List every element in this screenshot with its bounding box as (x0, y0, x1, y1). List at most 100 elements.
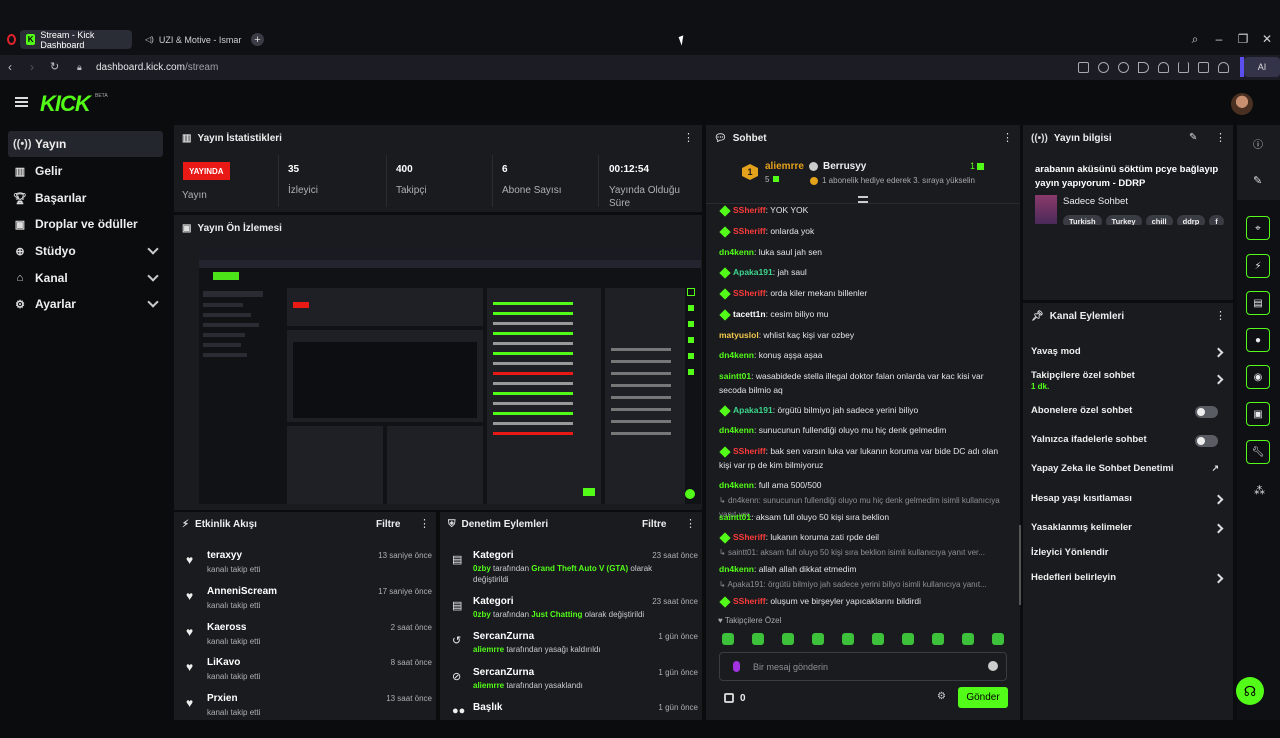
emote-icon[interactable] (872, 633, 884, 645)
chat-message[interactable]: dn4kenn: allah allah dikkat etmedim (719, 562, 1009, 576)
notes-icon[interactable]: ▤ (1246, 291, 1270, 315)
sidebar-item-droplar[interactable]: ▣ Droplar ve ödüller (8, 211, 163, 237)
chat-message[interactable]: SSheriff: bak sen varsın luka var lukanı… (719, 444, 1009, 472)
chat-bubble-icon[interactable]: ● (1246, 328, 1270, 352)
chat-message[interactable]: SSheriff: onlarda yok (719, 224, 1009, 238)
chat-username[interactable]: tacett1n (733, 309, 766, 319)
pencil-icon[interactable]: ✎ (1253, 174, 1262, 187)
chat-username[interactable]: Apaka191 (733, 267, 773, 277)
profile-icon[interactable] (1218, 62, 1229, 73)
action-raid[interactable]: İzleyici Yönlendir (1031, 547, 1226, 569)
sidebar-item-ayarlar[interactable]: ⚙ Ayarlar (8, 291, 163, 317)
forward-icon[interactable]: › (30, 61, 34, 73)
emote-icon[interactable] (992, 633, 1004, 645)
kick-logo[interactable]: KICK (40, 91, 91, 117)
chat-username[interactable]: dn4kenn (719, 564, 754, 574)
list-item[interactable]: ▤ Kategori 0zby tarafından Just Chatting… (448, 596, 698, 632)
back-icon[interactable]: ‹ (8, 61, 12, 73)
emote-icon[interactable] (752, 633, 764, 645)
chat-settings-icon[interactable]: ⚙ (937, 691, 946, 702)
action-ai-moderation[interactable]: Yapay Zeka ile Sohbet Denetimi ↗ (1031, 463, 1226, 485)
chat-message[interactable]: dn4kenn: konuş aşşa aşaa (719, 348, 1009, 362)
sidebar-item-gelir[interactable]: ▥ Gelir (8, 158, 163, 184)
sidebar-item-yayin[interactable]: ((•)) Yayın (8, 131, 163, 157)
chat-username[interactable]: SSheriff (733, 226, 766, 236)
list-item[interactable]: ↺ SercanZurna aliemrre tarafından yasağı… (448, 631, 698, 667)
kebab-menu-icon[interactable] (419, 517, 430, 530)
chat-username[interactable]: Apaka191 (733, 405, 773, 415)
chat-username[interactable]: SSheriff (733, 532, 766, 542)
chat-message[interactable]: SSheriff: oluşum ve birşeyler yapıcaklar… (719, 594, 1009, 608)
tab-youtube[interactable]: ◁) UZI & Motive - Ismar (134, 30, 246, 49)
chat-username[interactable]: saintt01 (719, 371, 751, 381)
share-icon[interactable]: ⁂ (1254, 484, 1265, 497)
scrollbar[interactable] (1019, 525, 1021, 605)
camera-icon[interactable] (1098, 62, 1109, 73)
close-button[interactable]: ✕ (1260, 32, 1274, 46)
leader-user[interactable]: aliemrre (765, 161, 804, 172)
chat-reply-preview[interactable]: ↳ saintt01: aksam full oluyo 50 kişi sır… (719, 546, 1009, 560)
kebab-menu-icon[interactable] (685, 517, 696, 530)
subs-only-toggle[interactable] (1195, 406, 1218, 418)
chat-message[interactable]: matyuslol: whlist kaç kişi var ozbey (719, 328, 1009, 342)
emote-icon[interactable] (932, 633, 944, 645)
minimize-button[interactable]: – (1212, 32, 1226, 46)
tag[interactable]: Turkey (1105, 215, 1142, 225)
list-item[interactable]: ▤ Kategori 0zby tarafından Grand Theft A… (448, 550, 698, 586)
action-followers-only[interactable]: Takipçilere özel sohbet 1 dk. (1031, 370, 1226, 396)
extensions-icon[interactable] (1198, 62, 1209, 73)
gifter-user[interactable]: Berrusyy (823, 161, 866, 172)
chat-message[interactable]: dn4kenn: luka saul jah sen (719, 245, 1009, 259)
chat-message[interactable]: Apaka191: jah saul (719, 265, 1009, 279)
download-icon[interactable] (1178, 62, 1189, 73)
chat-message[interactable]: Apaka191: örgütü bilmiyo jah sadece yeri… (719, 403, 1009, 417)
kebab-menu-icon[interactable] (1215, 131, 1226, 144)
action-banned-words[interactable]: Yasaklanmış kelimeler (1031, 522, 1226, 544)
url-field[interactable]: dashboard.kick.com/stream (96, 62, 218, 73)
stream-preview-video[interactable] (199, 248, 701, 504)
microphone-icon[interactable] (733, 661, 740, 672)
list-item[interactable]: ♥ Kaeross kanalı takip etti 2 saat önce (182, 622, 432, 656)
play-icon[interactable] (1138, 62, 1149, 73)
action-emote-only[interactable]: Yalnızca ifadelerle sohbet (1031, 434, 1226, 456)
avatar[interactable] (1231, 93, 1253, 115)
list-item[interactable]: ●● Başlık 1 gün önce (448, 702, 698, 738)
kebab-menu-icon[interactable] (1215, 309, 1226, 322)
help-icon[interactable]: ☊ (1236, 677, 1264, 705)
sidebar-item-basarilar[interactable]: 🏆︎ Başarılar (8, 185, 163, 211)
shield-icon[interactable] (1118, 62, 1129, 73)
chat-username[interactable]: SSheriff (733, 205, 766, 215)
emote-icon[interactable] (902, 633, 914, 645)
heart-icon[interactable] (1158, 62, 1169, 73)
action-account-age[interactable]: Hesap yaşı kısıtlaması (1031, 493, 1226, 515)
emote-icon[interactable] (842, 633, 854, 645)
emote-only-toggle[interactable] (1195, 435, 1218, 447)
action-goals[interactable]: Hedefleri belirleyin (1031, 572, 1226, 594)
chat-input[interactable]: Bir mesaj gönderin (719, 652, 1007, 681)
chat-username[interactable]: dn4kenn (719, 350, 754, 360)
info-icon[interactable]: ⓘ (1253, 136, 1263, 151)
chat-message[interactable]: SSheriff: YOK YOK (719, 203, 1009, 217)
chat-username[interactable]: saintt01 (719, 512, 751, 522)
reload-icon[interactable]: ↻ (50, 61, 59, 73)
chat-username[interactable]: SSheriff (733, 288, 766, 298)
kebab-menu-icon[interactable] (1002, 131, 1013, 144)
chat-username[interactable]: dn4kenn (719, 425, 754, 435)
tag[interactable]: Turkish (1063, 215, 1102, 225)
chat-reply-preview[interactable]: ↳ Apaka191: örgütü bilmiyo jah sadece ye… (719, 578, 1009, 592)
emote-icon[interactable] (962, 633, 974, 645)
points-icon[interactable] (724, 693, 734, 703)
action-slow-mode[interactable]: Yavaş mod (1031, 346, 1226, 368)
list-item[interactable]: ♥ Prxien kanalı takip etti 13 saat önce (182, 693, 432, 727)
wrench-icon[interactable]: 🔧︎ (1246, 440, 1270, 464)
chat-message[interactable]: SSheriff: lukanın koruma zati rpde deil (719, 530, 1009, 544)
filter-button[interactable]: Filtre (376, 519, 400, 530)
chat-username[interactable]: dn4kenn (719, 480, 754, 490)
edit-icon[interactable] (1078, 62, 1089, 73)
shield-icon[interactable]: ▣ (1246, 402, 1270, 426)
chat-message[interactable]: dn4kenn: full ama 500/500 (719, 478, 1009, 492)
list-item[interactable]: ♥ teraxyy kanalı takip etti 13 saniye ön… (182, 550, 432, 584)
chat-message[interactable]: SSheriff: orda kiler mekanı billenler (719, 286, 1009, 300)
boost-icon[interactable]: ⚡︎ (1246, 254, 1270, 278)
opera-logo-icon[interactable] (7, 34, 16, 45)
